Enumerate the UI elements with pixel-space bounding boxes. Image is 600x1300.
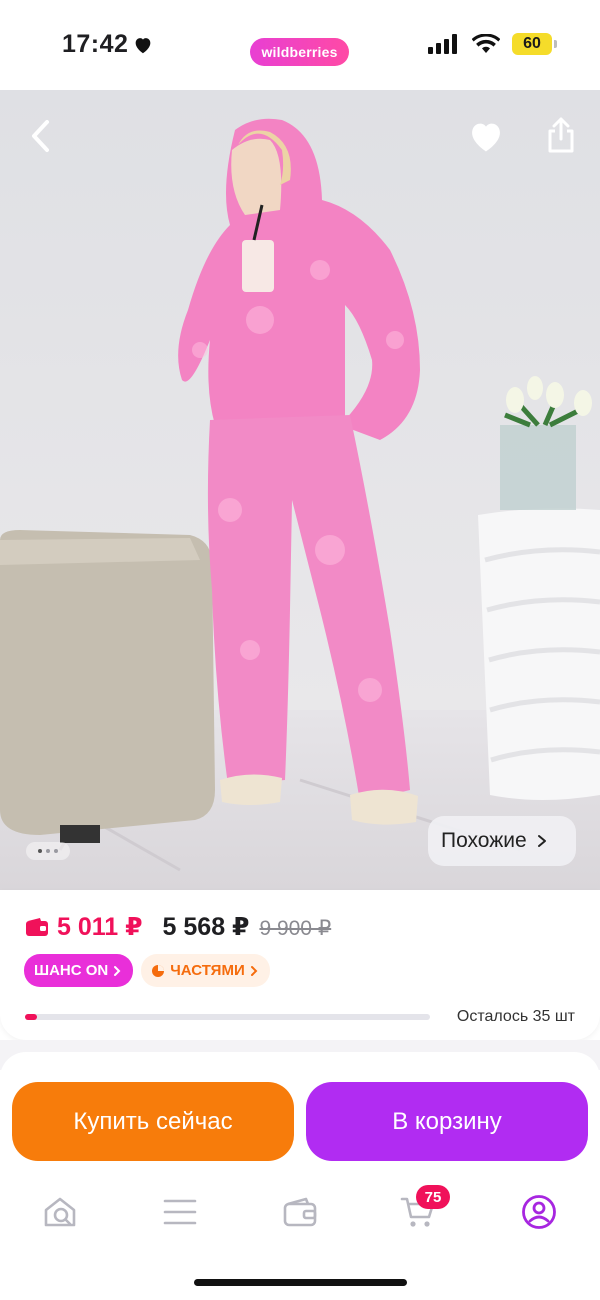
action-bar: Купить сейчас В корзину	[0, 1070, 600, 1170]
screen: 17:42 wildberries 60 Похожие 5 011 ₽ 5 5…	[0, 0, 600, 1300]
installments-badge-label: ЧАСТЯМИ	[170, 962, 245, 979]
installments-badge[interactable]: ЧАСТЯМИ	[141, 954, 270, 987]
chevron-right-icon	[537, 835, 546, 847]
carousel-dot	[54, 849, 58, 853]
regular-price: 5 568 ₽	[162, 913, 250, 941]
stock-progress-fill	[25, 1014, 38, 1020]
wifi-icon	[472, 34, 500, 53]
chevron-right-icon	[250, 965, 258, 976]
pie-chart-icon	[152, 964, 165, 977]
product-photo	[0, 90, 600, 890]
chance-badge[interactable]: ШАНС ON	[24, 954, 134, 987]
price-row: 5 011 ₽ 5 568 ₽ 9 900 ₽	[25, 912, 331, 942]
carousel-dot	[46, 849, 50, 853]
profile-icon	[522, 1195, 556, 1229]
nav-home[interactable]	[30, 1188, 90, 1236]
stock-progress-bar	[25, 1014, 430, 1020]
share-button[interactable]	[538, 110, 584, 160]
bottom-nav: 75	[0, 1170, 600, 1255]
chance-badge-label: ШАНС ON	[34, 962, 109, 979]
share-icon	[548, 117, 574, 153]
similar-button[interactable]: Похожие	[428, 816, 576, 866]
wallet-icon	[283, 1197, 317, 1227]
carousel-indicator	[26, 842, 70, 860]
chevron-right-icon	[114, 965, 121, 976]
status-bar: 17:42 wildberries 60	[0, 0, 600, 90]
carousel-dot	[38, 849, 42, 853]
add-to-cart-button[interactable]: В корзину	[306, 1082, 588, 1161]
home-indicator	[194, 1279, 407, 1286]
price-card: 5 011 ₽ 5 568 ₽ 9 900 ₽ ШАНС ON ЧАСТЯМИ …	[0, 890, 600, 1040]
status-time: 17:42	[62, 30, 154, 59]
nav-wallet[interactable]	[270, 1188, 330, 1236]
menu-icon	[163, 1199, 197, 1225]
nav-catalog[interactable]	[150, 1188, 210, 1236]
heart-icon	[472, 123, 500, 152]
clock: 17:42	[62, 30, 129, 58]
status-indicators: 60	[428, 33, 557, 55]
signal-icon	[428, 34, 457, 54]
product-image-carousel[interactable]: Похожие	[0, 90, 600, 890]
heart-icon	[136, 37, 151, 53]
back-button[interactable]	[20, 114, 60, 158]
cart-count-badge: 75	[416, 1185, 450, 1209]
brand-pill: wildberries	[250, 38, 349, 66]
wallet-price: 5 011 ₽	[57, 913, 143, 941]
old-price: 9 900 ₽	[259, 917, 332, 940]
wallet-icon	[26, 918, 48, 936]
nav-profile[interactable]	[509, 1188, 569, 1236]
battery-indicator: 60	[512, 33, 557, 55]
badge-row: ШАНС ON ЧАСТЯМИ	[24, 954, 270, 987]
stock-label: Осталось 35 шт	[456, 1008, 575, 1025]
buy-now-button[interactable]: Купить сейчас	[12, 1082, 294, 1161]
home-icon	[44, 1197, 76, 1227]
section-divider	[0, 1040, 600, 1082]
chevron-left-icon	[32, 120, 49, 152]
similar-label: Похожие	[441, 829, 527, 852]
favorite-button[interactable]	[462, 112, 510, 160]
